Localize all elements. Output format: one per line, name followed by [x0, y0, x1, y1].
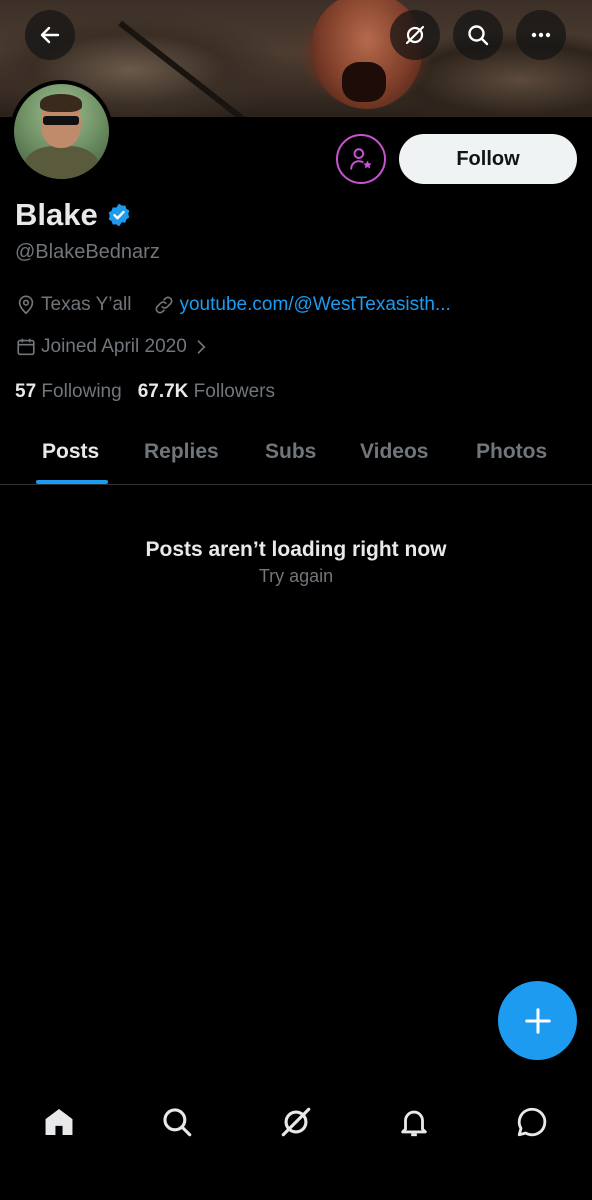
website-link[interactable]: youtube.com/@WestTexasisth...	[179, 294, 450, 316]
tab-posts[interactable]: Posts	[42, 420, 99, 484]
location-text: Texas Y’all	[41, 294, 132, 315]
active-tab-indicator	[36, 480, 108, 484]
following-count: 57	[15, 381, 37, 402]
grok-button[interactable]	[390, 10, 440, 60]
tab-subs[interactable]: Subs	[265, 420, 316, 484]
banner-mouth	[342, 62, 386, 102]
search-icon	[163, 1108, 192, 1137]
nav-grok[interactable]	[266, 1092, 326, 1152]
arrow-left-icon	[40, 26, 60, 44]
verified-badge-icon[interactable]	[106, 202, 132, 228]
tab-videos[interactable]: Videos	[360, 420, 428, 484]
search-icon	[468, 25, 489, 46]
following-label: Following	[41, 381, 122, 402]
nav-home[interactable]	[29, 1092, 89, 1152]
notifications-icon	[401, 1110, 427, 1137]
grok-icon	[281, 1107, 311, 1137]
location-icon	[18, 295, 34, 315]
name-row: Blake	[15, 197, 132, 233]
feed-error-message: Posts aren’t loading right now	[145, 538, 447, 561]
avatar-photo	[14, 84, 109, 179]
followers-label: Followers	[193, 381, 275, 402]
banner-spear	[118, 20, 327, 117]
compose-post-button[interactable]	[498, 981, 577, 1060]
back-button[interactable]	[25, 10, 75, 60]
follow-stats: 57 Following 67.7K Followers	[15, 381, 275, 403]
subscribe-person-star-icon	[350, 148, 372, 170]
tab-photos[interactable]: Photos	[476, 420, 547, 484]
profile-handle: @BlakeBednarz	[15, 241, 160, 263]
follow-button[interactable]: Follow	[399, 134, 577, 184]
followers-count: 67.7K	[137, 381, 189, 402]
nav-search[interactable]	[147, 1092, 207, 1152]
profile-tabs: Posts Replies Subs Videos Photos	[0, 420, 592, 485]
search-button[interactable]	[453, 10, 503, 60]
followers-stat[interactable]: 67.7K Followers	[138, 381, 275, 403]
avatar-glasses	[43, 116, 79, 125]
display-name: Blake	[15, 197, 98, 232]
nav-notifications[interactable]	[384, 1092, 444, 1152]
bottom-nav	[0, 1070, 592, 1200]
nav-messages[interactable]	[502, 1092, 562, 1152]
try-again-label[interactable]: Try again	[259, 566, 333, 586]
subscribe-button[interactable]	[336, 134, 386, 184]
chevron-right-icon	[197, 340, 206, 354]
link-icon	[155, 296, 173, 314]
joined-row[interactable]: Joined April 2020	[15, 336, 215, 358]
messages-icon	[517, 1107, 547, 1137]
more-button[interactable]	[516, 10, 566, 60]
try-again-link[interactable]: Try again	[0, 566, 592, 587]
plus-icon	[524, 1007, 551, 1034]
avatar[interactable]	[10, 80, 113, 183]
avatar-hair	[40, 94, 82, 112]
following-stat[interactable]: 57 Following	[15, 381, 122, 403]
joined-text: Joined April 2020	[41, 336, 187, 357]
avatar-shirt	[24, 146, 99, 179]
home-icon	[45, 1108, 73, 1136]
calendar-icon	[17, 338, 35, 356]
profile-meta-row: Texas Y’all youtube.com/@WestTexasisth..…	[15, 294, 451, 316]
grok-icon	[405, 25, 425, 45]
tab-replies[interactable]: Replies	[144, 420, 219, 484]
more-icon	[531, 32, 551, 38]
